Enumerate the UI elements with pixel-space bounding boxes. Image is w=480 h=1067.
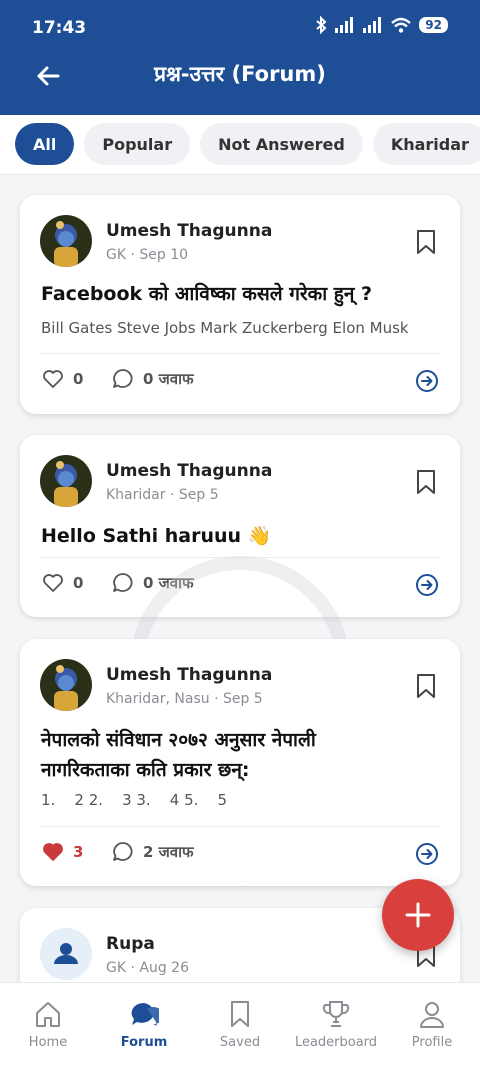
- post-meta: Kharidar, Nasu · Sep 5: [106, 691, 263, 707]
- post-actions: 3 2 जवाफ: [41, 840, 439, 870]
- bottom-nav: Home Forum Saved Leaderboard Profile: [0, 982, 480, 1067]
- author-name[interactable]: Rupa: [106, 934, 155, 954]
- answers-button[interactable]: 2 जवाफ: [111, 840, 194, 864]
- forum-feed[interactable]: Umesh Thagunna GK · Sep 10 Facebook को आ…: [0, 176, 480, 982]
- like-count: 0: [73, 574, 84, 592]
- title-bar: प्रश्न-उत्तर (Forum): [0, 52, 480, 115]
- question-body: 1. 2 2. 3 3. 4 5. 5: [41, 791, 228, 809]
- answer-count: 0 जवाफ: [143, 370, 194, 388]
- profile-icon: [420, 1002, 444, 1028]
- open-arrow-icon[interactable]: [415, 573, 439, 597]
- question-title[interactable]: Hello Sathi haruuu 👋: [41, 521, 271, 551]
- bookmark-icon[interactable]: [416, 469, 436, 495]
- open-arrow-icon[interactable]: [415, 842, 439, 866]
- answers-button[interactable]: 0 जवाफ: [111, 571, 194, 595]
- nav-leaderboard[interactable]: Leaderboard: [288, 999, 384, 1050]
- post-meta: Kharidar · Sep 5: [106, 487, 219, 503]
- divider: [41, 557, 439, 558]
- answer-count: 2 जवाफ: [143, 843, 194, 861]
- chip-not-answered[interactable]: Not Answered: [200, 123, 363, 165]
- wifi-icon: [391, 17, 412, 33]
- like-button[interactable]: 0: [41, 367, 83, 391]
- new-question-button[interactable]: [382, 879, 454, 951]
- battery-level: 92: [419, 17, 448, 33]
- bookmark-icon[interactable]: [416, 673, 436, 699]
- avatar[interactable]: [40, 215, 92, 267]
- like-button[interactable]: 3: [41, 840, 83, 864]
- heart-icon: [43, 370, 63, 388]
- nav-forum-label: Forum: [120, 1035, 168, 1050]
- avatar[interactable]: [40, 455, 92, 507]
- avatar[interactable]: [40, 928, 92, 980]
- nav-saved-label: Saved: [219, 1035, 261, 1050]
- chip-kharidar[interactable]: Kharidar: [372, 123, 480, 165]
- heart-icon: [43, 574, 63, 592]
- bookmark-icon: [231, 1001, 249, 1027]
- nav-profile[interactable]: Profile: [384, 999, 480, 1050]
- author-name[interactable]: Umesh Thagunna: [106, 461, 272, 481]
- nav-home-label: Home: [28, 1035, 68, 1050]
- post-card[interactable]: Umesh Thagunna GK · Sep 10 Facebook को आ…: [20, 195, 460, 414]
- bluetooth-icon: [316, 16, 327, 34]
- author-name[interactable]: Umesh Thagunna: [106, 665, 272, 685]
- nav-profile-label: Profile: [411, 1035, 453, 1050]
- like-button[interactable]: 0: [41, 571, 83, 595]
- post-card[interactable]: Umesh Thagunna Kharidar · Sep 5 Hello Sa…: [20, 435, 460, 617]
- post-meta: GK · Aug 26: [106, 960, 189, 976]
- status-time: 17:43: [32, 18, 87, 38]
- answer-count: 0 जवाफ: [143, 574, 194, 592]
- question-body: Bill Gates Steve Jobs Mark Zuckerberg El…: [41, 319, 409, 337]
- question-title[interactable]: Facebook को आविष्का कसले गरेका हुन् ?: [41, 279, 372, 309]
- bookmark-icon[interactable]: [416, 229, 436, 255]
- avatar[interactable]: [40, 659, 92, 711]
- comment-icon: [113, 369, 133, 388]
- author-name[interactable]: Umesh Thagunna: [106, 221, 272, 241]
- nav-forum[interactable]: Forum: [96, 999, 192, 1050]
- open-arrow-icon[interactable]: [415, 369, 439, 393]
- forum-chat-icon: [131, 1002, 159, 1026]
- divider: [41, 826, 439, 827]
- chip-all[interactable]: All: [15, 123, 75, 165]
- signal-icon-2: [363, 17, 382, 33]
- heart-filled-icon: [43, 843, 63, 861]
- page-title: प्रश्न-उत्तर (Forum): [154, 62, 326, 86]
- like-count: 0: [73, 370, 84, 388]
- question-title-line-1[interactable]: नेपालको संविधान २०७२ अनुसार नेपाली: [41, 725, 316, 755]
- nav-saved[interactable]: Saved: [192, 999, 288, 1050]
- question-title-line-2[interactable]: नागरिकताका कति प्रकार छन्:: [41, 755, 249, 785]
- like-count: 3: [73, 843, 84, 861]
- chip-popular[interactable]: Popular: [84, 123, 191, 165]
- trophy-icon: [322, 1001, 350, 1027]
- divider: [41, 353, 439, 354]
- home-icon: [36, 1002, 60, 1027]
- answers-button[interactable]: 0 जवाफ: [111, 367, 194, 391]
- post-meta: GK · Sep 10: [106, 247, 189, 263]
- signal-icon: [335, 17, 354, 33]
- comment-icon: [113, 573, 133, 592]
- post-actions: 0 0 जवाफ: [41, 367, 439, 397]
- nav-leaderboard-label: Leaderboard: [294, 1035, 378, 1050]
- status-icons: 92: [315, 16, 448, 34]
- nav-home[interactable]: Home: [0, 999, 96, 1050]
- filter-chip-bar: All Popular Not Answered Kharidar N: [0, 115, 480, 175]
- comment-icon: [113, 842, 133, 861]
- status-bar: 17:43 92: [0, 0, 480, 52]
- post-card[interactable]: Umesh Thagunna Kharidar, Nasu · Sep 5 ने…: [20, 639, 460, 886]
- app-bar: 17:43 92 प्रश्न-उत्तर (Forum): [0, 0, 480, 115]
- post-actions: 0 0 जवाफ: [41, 571, 439, 601]
- plus-icon: [405, 902, 431, 928]
